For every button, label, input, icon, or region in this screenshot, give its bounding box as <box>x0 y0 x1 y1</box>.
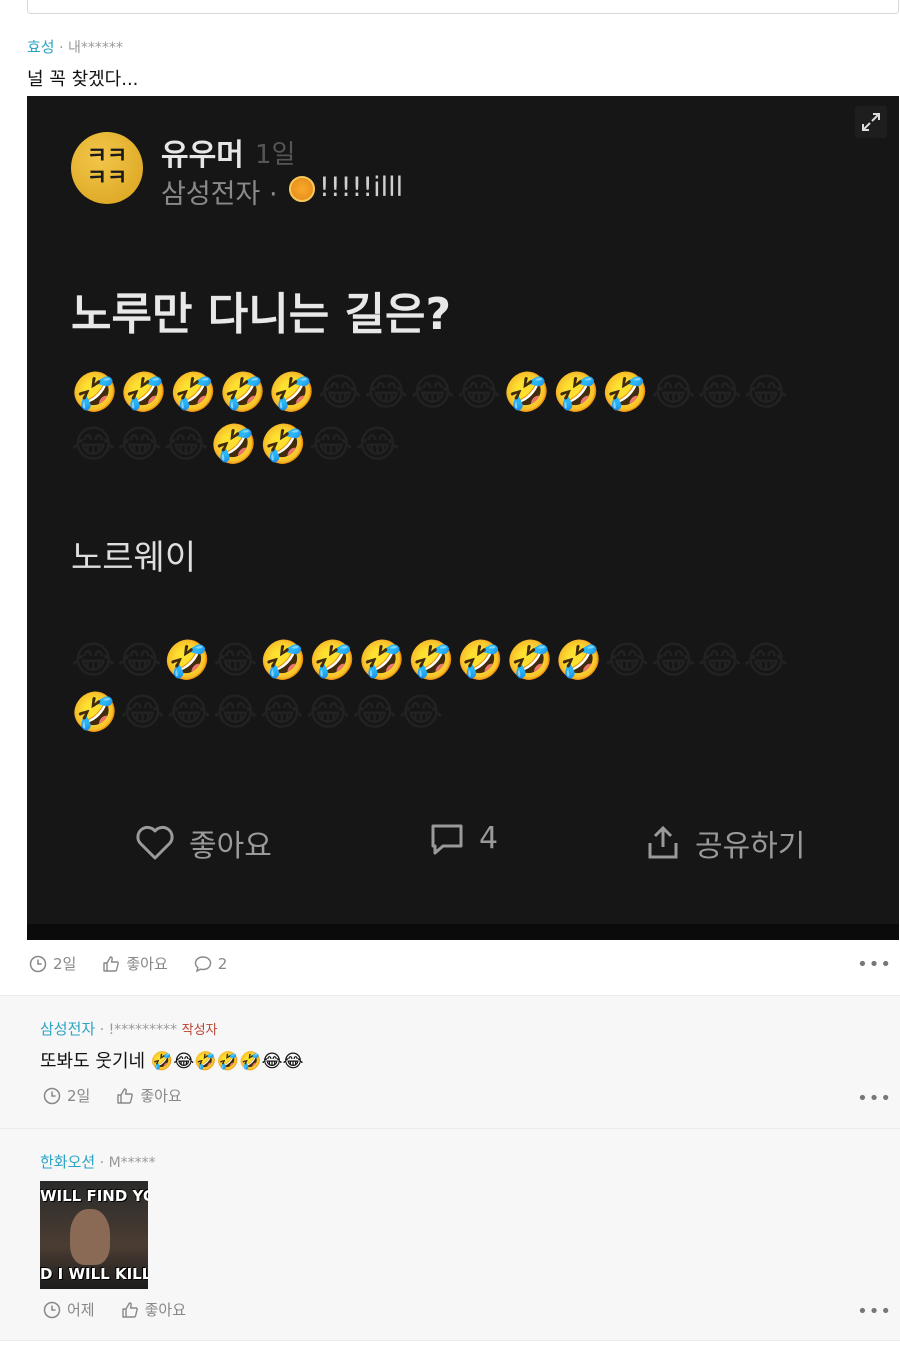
avatar-text-2: ㅋㅋ <box>86 166 128 191</box>
previous-item-box <box>27 0 899 14</box>
image-caption-bottom: D I WILL KILL Y <box>40 1265 148 1283</box>
emoji-row-1: 🤣🤣🤣🤣🤣😂😂😂😂🤣🤣🤣😂😂😂 <box>71 370 791 414</box>
reply-button[interactable]: 2 <box>194 954 228 973</box>
company-link[interactable]: 효성 <box>27 38 55 56</box>
reply-image[interactable]: WILL FIND YO D I WILL KILL Y <box>40 1181 148 1289</box>
reply-count: 2 <box>217 954 228 973</box>
image-face <box>70 1209 110 1265</box>
meta-separator: · <box>59 40 68 56</box>
like-label: 좋아요 <box>140 1087 182 1105</box>
expand-button[interactable] <box>855 106 887 138</box>
like-button[interactable]: 좋아요 <box>116 1085 182 1106</box>
post-like: 좋아요 <box>135 821 272 865</box>
share-icon <box>648 825 678 859</box>
user-id: 내****** <box>67 40 123 56</box>
poster-company: 삼성전자 · <box>161 179 278 210</box>
image-bottom-strip <box>27 924 899 940</box>
badge-coin-icon <box>289 176 315 202</box>
like-label: 좋아요 <box>126 955 168 973</box>
post-share-label: 공유하기 <box>695 829 806 864</box>
reply-content: 삼성전자 · !********* 작성자 또봐도 웃기네 🤣😂🤣🤣🤣😂😂 <box>40 1018 304 1073</box>
meta-separator: · <box>99 1155 109 1171</box>
reply-meta: 삼성전자 · !********* 작성자 <box>40 1018 304 1039</box>
comment-text: 널 꼭 찾겠다... <box>27 69 139 90</box>
comment-icon <box>194 955 211 972</box>
emoji-row-4: 🤣😂😂😂😂😂😂😂 <box>71 690 446 734</box>
reply-item: 삼성전자 · !********* 작성자 또봐도 웃기네 🤣😂🤣🤣🤣😂😂 2일… <box>0 995 900 1128</box>
thumbs-up-icon <box>117 1087 134 1104</box>
comment-meta: 효성 · 내****** <box>27 36 138 57</box>
clock-icon <box>43 1087 61 1104</box>
avatar-text-1: ㅋㅋ <box>86 144 128 169</box>
post-answer: 노르웨이 <box>71 538 197 578</box>
like-button[interactable]: 좋아요 <box>102 953 168 974</box>
meta-separator: · <box>99 1022 109 1038</box>
like-label: 좋아요 <box>144 1301 187 1319</box>
clock-icon <box>43 1301 61 1318</box>
time-label: 2일 <box>53 955 77 973</box>
comment-icon <box>431 824 463 854</box>
reply-item: 한화오션 · M***** WILL FIND YO D I WILL KILL… <box>0 1128 900 1341</box>
clock-icon <box>29 955 47 972</box>
user-id: !********* <box>108 1022 178 1038</box>
time-label: 어제 <box>67 1301 95 1319</box>
poster-name: 유우머 <box>161 138 244 173</box>
reply-content: 한화오션 · M***** <box>40 1151 156 1172</box>
expand-icon <box>862 113 880 131</box>
image-caption-top: WILL FIND YO <box>40 1187 148 1205</box>
thumbs-up-icon <box>103 955 120 972</box>
emoji-row-2: 😂😂😂🤣🤣😂😂 <box>71 422 402 466</box>
poster-time: 1일 <box>255 140 296 170</box>
time-label: 2일 <box>67 1087 91 1105</box>
user-id: M***** <box>108 1155 156 1171</box>
company-link[interactable]: 한화오션 <box>40 1153 95 1171</box>
post-title: 노루만 다니는 길은? <box>71 289 451 340</box>
comment-footer: 2일 좋아요 2 <box>29 953 227 974</box>
like-button[interactable]: 좋아요 <box>121 1299 186 1320</box>
time-item: 2일 <box>43 1085 90 1106</box>
reply-text: 또봐도 웃기네 🤣😂🤣🤣🤣😂😂 <box>40 1051 304 1072</box>
post-like-label: 좋아요 <box>189 829 272 864</box>
heart-icon <box>136 825 174 860</box>
post-comment-count: 4 <box>479 821 499 856</box>
reply-meta: 한화오션 · M***** <box>40 1151 156 1172</box>
thumbs-up-icon <box>121 1301 138 1318</box>
more-icon[interactable]: ••• <box>857 1088 892 1109</box>
reply-footer: 어제 좋아요 <box>43 1299 186 1320</box>
more-icon[interactable]: ••• <box>857 954 892 975</box>
post-share: 공유하기 <box>645 821 805 865</box>
time-item: 2일 <box>29 953 76 974</box>
reply-footer: 2일 좋아요 <box>43 1085 182 1106</box>
comment-image[interactable]: ㅋㅋ ㅋㅋ 유우머 1일 삼성전자 · !!!!!illl 노루만 다니는 길은… <box>27 96 899 940</box>
avatar: ㅋㅋ ㅋㅋ <box>71 132 143 204</box>
poster-id: !!!!!illl <box>319 172 404 203</box>
emoji-row-3: 😂😂🤣😂🤣🤣🤣🤣🤣🤣🤣😂😂😂😂 <box>71 638 791 682</box>
post-actions: 좋아요 4 공유하기 <box>27 821 899 877</box>
more-icon[interactable]: ••• <box>857 1301 892 1322</box>
post-comments: 4 <box>429 821 498 856</box>
comment-main: 효성 · 내****** 널 꼭 찾겠다... <box>27 36 138 91</box>
author-badge: 작성자 <box>181 1023 218 1038</box>
company-link[interactable]: 삼성전자 <box>40 1020 95 1038</box>
time-item: 어제 <box>43 1299 95 1320</box>
